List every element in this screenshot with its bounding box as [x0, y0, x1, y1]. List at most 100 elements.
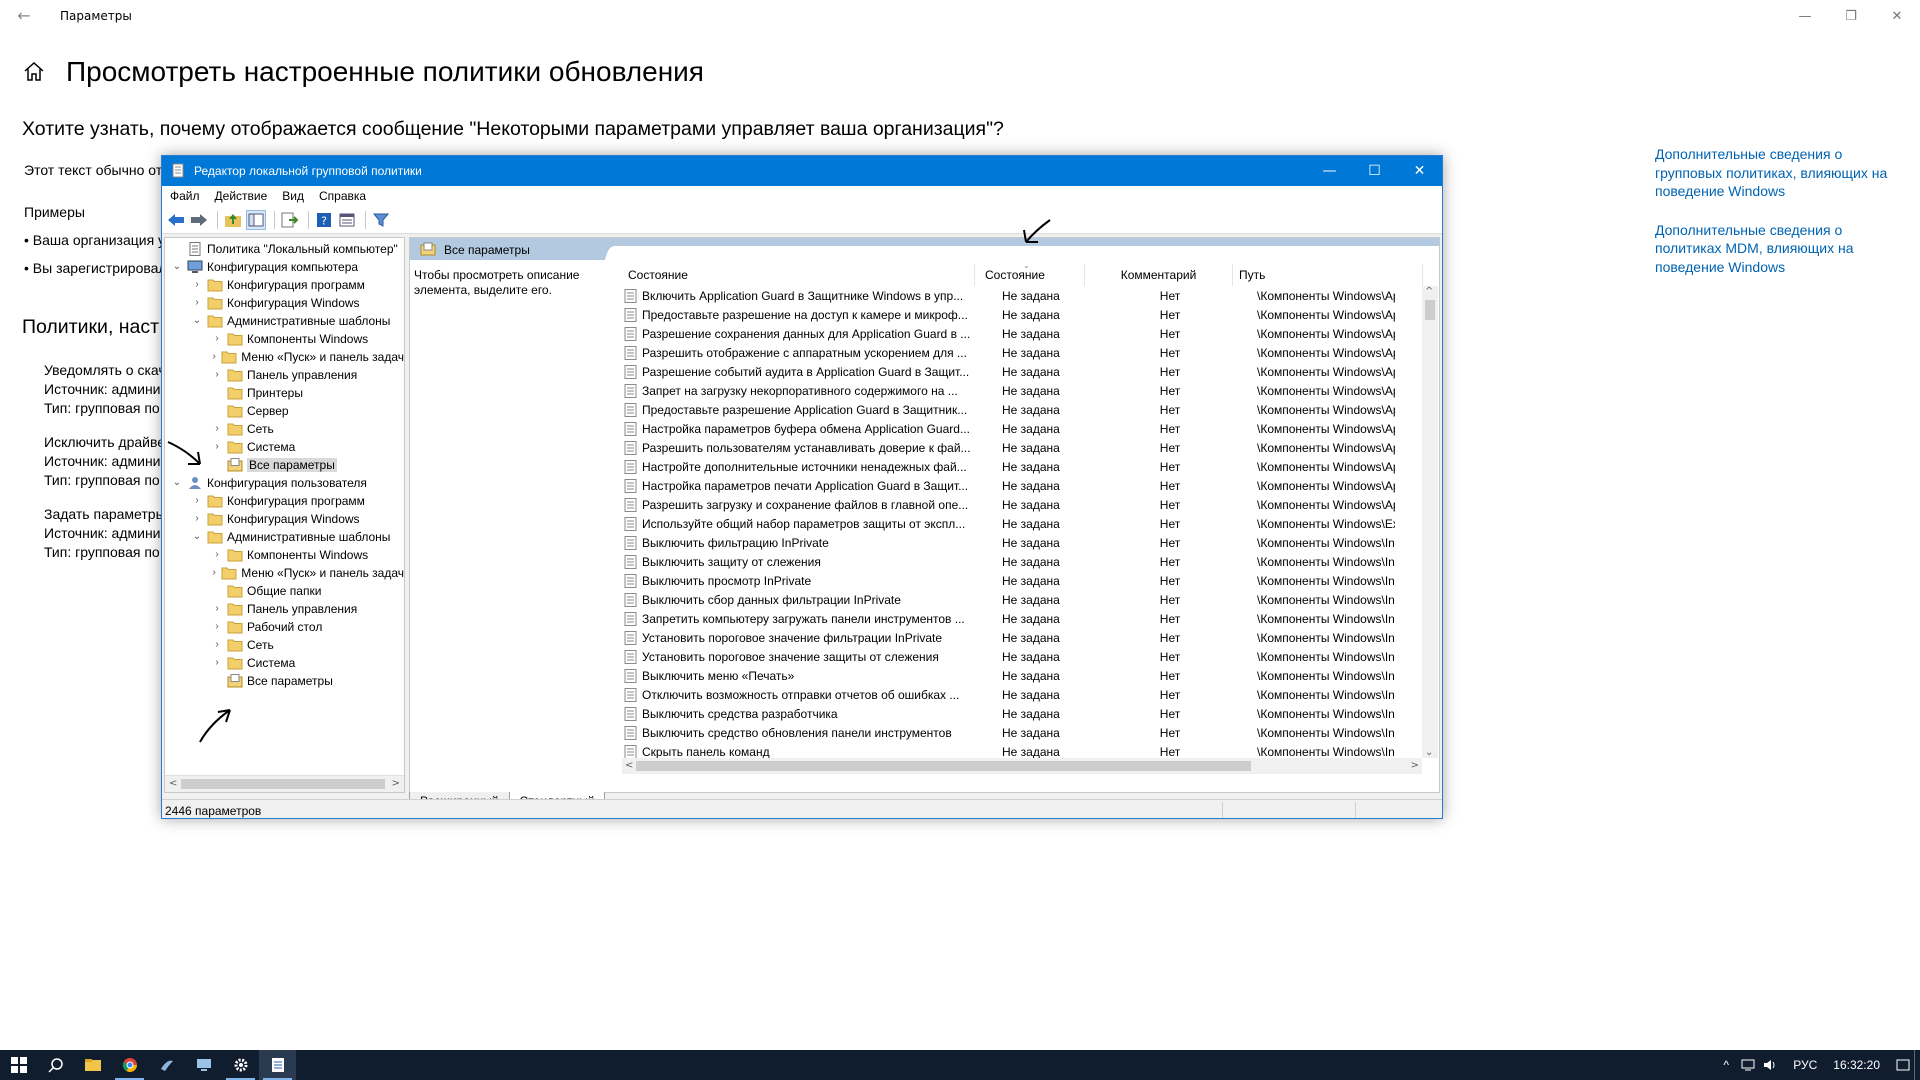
- maximize-icon[interactable]: ☐: [1352, 156, 1397, 186]
- tree-item[interactable]: › Рабочий стол: [165, 618, 404, 636]
- tree-item[interactable]: Политика "Локальный компьютер": [165, 240, 404, 258]
- expand-chevron-icon[interactable]: ›: [191, 495, 203, 507]
- tree-item[interactable]: › Конфигурация программ: [165, 276, 404, 294]
- policy-row[interactable]: Разрешить пользователям устанавливать до…: [622, 438, 1422, 457]
- tree-item[interactable]: › Компоненты Windows: [165, 546, 404, 564]
- scroll-right-icon[interactable]: >: [392, 778, 400, 789]
- policy-row[interactable]: Выключить средства разработчика Не задана…: [622, 704, 1422, 723]
- minimize-icon[interactable]: —: [1307, 156, 1352, 186]
- chrome-icon[interactable]: [111, 1050, 148, 1080]
- tree-item[interactable]: › Сеть: [165, 420, 404, 438]
- show-hide-tree-icon[interactable]: [246, 209, 266, 230]
- expand-chevron-icon[interactable]: ›: [211, 567, 217, 579]
- back-arrow-icon[interactable]: [166, 210, 186, 230]
- tree-item[interactable]: Сервер: [165, 402, 404, 420]
- policy-row[interactable]: Выключить средство обновления панели инс…: [622, 723, 1422, 742]
- expand-chevron-icon[interactable]: ›: [211, 423, 223, 435]
- expand-chevron-icon[interactable]: ›: [191, 297, 203, 309]
- tree-item[interactable]: › Конфигурация Windows: [165, 510, 404, 528]
- policy-row[interactable]: Запретить компьютеру загружать панели ин…: [622, 609, 1422, 628]
- restore-icon[interactable]: ❐: [1828, 0, 1874, 32]
- policy-row[interactable]: Выключить просмотр InPrivate Не задана Нет…: [622, 571, 1422, 590]
- network-icon[interactable]: [1737, 1050, 1759, 1080]
- filter-icon[interactable]: [371, 210, 391, 230]
- home-icon[interactable]: [22, 60, 46, 84]
- scroll-thumb[interactable]: [181, 779, 385, 789]
- scroll-left-icon[interactable]: <: [169, 778, 177, 789]
- tree-item[interactable]: › Конфигурация программ: [165, 492, 404, 510]
- policy-row[interactable]: Запрет на загрузку некорпоративного соде…: [622, 381, 1422, 400]
- properties-icon[interactable]: [337, 210, 357, 230]
- tree-item[interactable]: › Система: [165, 654, 404, 672]
- policy-row[interactable]: Настройка параметров буфера обмена Appli…: [622, 419, 1422, 438]
- close-icon[interactable]: ✕: [1397, 156, 1442, 186]
- policy-row[interactable]: Установить пороговое значение защиты от …: [622, 647, 1422, 666]
- gpedit-titlebar[interactable]: Редактор локальной групповой политики — …: [162, 156, 1442, 186]
- minimize-icon[interactable]: —: [1782, 0, 1828, 32]
- expand-chevron-icon[interactable]: ›: [211, 351, 217, 363]
- tree-item[interactable]: › Панель управления: [165, 366, 404, 384]
- settings-gear-icon[interactable]: [222, 1050, 259, 1080]
- tree-item[interactable]: › Конфигурация Windows: [165, 294, 404, 312]
- language-indicator[interactable]: РУС: [1793, 1058, 1817, 1072]
- expand-chevron-icon[interactable]: ›: [211, 441, 223, 453]
- export-list-icon[interactable]: [280, 210, 300, 230]
- policy-row[interactable]: Выключить сбор данных фильтрации InPriva…: [622, 590, 1422, 609]
- policy-row[interactable]: Выключить фильтрацию InPrivate Не задана Н…: [622, 533, 1422, 552]
- show-desktop-button[interactable]: [1914, 1050, 1920, 1080]
- tree-item[interactable]: ⌄ Административные шаблоны: [165, 312, 404, 330]
- policy-row[interactable]: Настройка параметров печати Application …: [622, 476, 1422, 495]
- scroll-left-icon[interactable]: <: [625, 760, 633, 771]
- collapse-chevron-icon[interactable]: ⌄: [171, 261, 183, 273]
- tree-item[interactable]: ⌄ Административные шаблоны: [165, 528, 404, 546]
- tree-item[interactable]: ⌄ Конфигурация компьютера: [165, 258, 404, 276]
- policy-row[interactable]: Отключить возможность отправки отчетов о…: [622, 685, 1422, 704]
- tree-item[interactable]: Все параметры: [165, 672, 404, 690]
- tree-item[interactable]: Общие папки: [165, 582, 404, 600]
- app-icon[interactable]: [148, 1050, 185, 1080]
- tree-item[interactable]: › Сеть: [165, 636, 404, 654]
- policy-name[interactable]: Уведомлять о скач: [44, 362, 166, 378]
- tree-item[interactable]: › Меню «Пуск» и панель задач: [165, 348, 404, 366]
- tree-item[interactable]: › Компоненты Windows: [165, 330, 404, 348]
- policy-row[interactable]: Предоставьте разрешение Application Guar…: [622, 400, 1422, 419]
- policy-row[interactable]: Выключить защиту от слежения Не задана Нет…: [622, 552, 1422, 571]
- notifications-icon[interactable]: [1892, 1050, 1914, 1080]
- tree-horizontal-scrollbar[interactable]: < >: [165, 775, 404, 792]
- policy-row[interactable]: Скрыть панель команд Не задана Нет \Компоне…: [622, 742, 1422, 758]
- expand-chevron-icon[interactable]: ›: [211, 369, 223, 381]
- collapse-chevron-icon[interactable]: ⌄: [191, 531, 203, 543]
- horizontal-scrollbar[interactable]: < >: [622, 758, 1422, 774]
- menu-help[interactable]: Справка: [319, 189, 366, 203]
- policy-row[interactable]: Выключить меню «Печать» Не задана Нет \Комп…: [622, 666, 1422, 685]
- policy-row[interactable]: Используйте общий набор параметров защит…: [622, 514, 1422, 533]
- policy-row[interactable]: Разрешение сохранения данных для Applica…: [622, 324, 1422, 343]
- clock[interactable]: 16:32:20: [1833, 1058, 1880, 1072]
- chevron-up-icon[interactable]: ^: [1715, 1050, 1737, 1080]
- tree-item[interactable]: Принтеры: [165, 384, 404, 402]
- file-explorer-icon[interactable]: [74, 1050, 111, 1080]
- expand-chevron-icon[interactable]: ›: [211, 639, 223, 651]
- tree-item[interactable]: ⌄ Конфигурация пользователя: [165, 474, 404, 492]
- column-header-comment[interactable]: Комментарий: [1085, 264, 1233, 286]
- help-icon[interactable]: ?: [314, 210, 334, 230]
- mdm-policy-info-link[interactable]: Дополнительные сведения о политиках MDM,…: [1655, 221, 1895, 277]
- up-folder-icon[interactable]: [223, 210, 243, 230]
- expand-chevron-icon[interactable]: ›: [211, 657, 223, 669]
- column-header-state[interactable]: ⌄ Состояние: [975, 262, 1085, 286]
- close-icon[interactable]: ✕: [1874, 0, 1920, 32]
- policy-name[interactable]: Задать параметры: [44, 506, 166, 522]
- tree-item[interactable]: › Меню «Пуск» и панель задач: [165, 564, 404, 582]
- policy-row[interactable]: Предоставьте разрешение на доступ к каме…: [622, 305, 1422, 324]
- policy-row[interactable]: Включить Application Guard в Защитнике W…: [622, 286, 1422, 305]
- remote-desktop-icon[interactable]: [185, 1050, 222, 1080]
- column-header-name[interactable]: Состояние: [622, 264, 975, 286]
- scroll-right-icon[interactable]: >: [1411, 760, 1419, 771]
- scroll-thumb[interactable]: [1425, 300, 1435, 320]
- policy-name[interactable]: Исключить драйве: [44, 434, 165, 450]
- expand-chevron-icon[interactable]: ›: [211, 549, 223, 561]
- policy-row[interactable]: Разрешение событий аудита в Application …: [622, 362, 1422, 381]
- scroll-down-icon[interactable]: ⌄: [1425, 747, 1433, 758]
- policy-row[interactable]: Разрешить отображение с аппаратным ускор…: [622, 343, 1422, 362]
- menu-action[interactable]: Действие: [215, 189, 268, 203]
